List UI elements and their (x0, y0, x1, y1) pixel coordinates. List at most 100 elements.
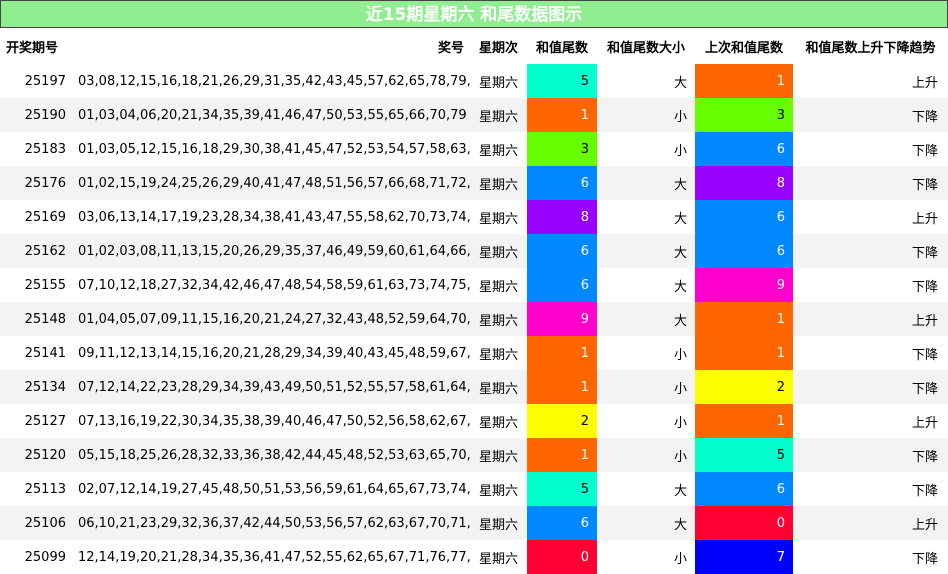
cell-prev-tail: 2 (695, 370, 793, 404)
cell-tail: 1 (527, 336, 597, 370)
cell-week: 星期六 (478, 551, 518, 567)
cell-prev-tail: 9 (695, 268, 793, 302)
cell-numbers: 01,04,05,07,09,11,15,16,20,21,24,27,32,4… (72, 302, 470, 336)
cell-period: 25190 (0, 98, 72, 132)
cell-trend: 下降 (911, 143, 938, 159)
cell-week: 星期六 (478, 75, 518, 91)
cell-trend: 下降 (911, 551, 938, 567)
cell-week: 星期六 (470, 166, 527, 200)
table-body: 25197 03,08,12,15,16,18,21,26,29,31,35,42… (0, 64, 948, 574)
table-row: 25113 02,07,12,14,19,27,45,48,50,51,53,56… (0, 472, 948, 506)
cell-numbers: 03,08,12,15,16,18,21,26,29,31,35,42,43,4… (78, 73, 470, 89)
cell-period: 25155 (24, 277, 66, 293)
page-title: 近15期星期六 和尾数据图示 (0, 0, 948, 28)
cell-numbers: 05,15,18,25,26,28,32,33,36,38,42,44,45,4… (72, 438, 470, 472)
cell-prev-tail: 6 (695, 132, 793, 166)
cell-trend: 下降 (911, 279, 938, 295)
cell-size: 小 (673, 143, 687, 159)
cell-tail: 9 (527, 302, 597, 336)
cell-size: 大 (673, 483, 687, 499)
header-size: 和值尾数大小 (606, 40, 685, 56)
cell-tail: 5 (527, 472, 597, 506)
cell-size: 大 (597, 166, 695, 200)
cell-numbers: 07,10,12,18,27,32,34,42,46,47,48,54,58,5… (78, 277, 470, 293)
table-row: 25162 01,02,03,08,11,13,15,20,26,29,35,37… (0, 234, 948, 268)
cell-week: 星期六 (478, 143, 518, 159)
table-row: 25183 01,03,05,12,15,16,18,29,30,38,41,45… (0, 132, 948, 166)
cell-prev-tail: 1 (695, 64, 793, 98)
cell-prev-tail: 7 (695, 540, 793, 574)
header-prev-tail: 上次和值尾数 (704, 40, 783, 56)
header-tail: 和值尾数 (535, 40, 588, 56)
cell-period: 25197 (24, 73, 66, 89)
cell-size: 小 (597, 370, 695, 404)
table-row: 25197 03,08,12,15,16,18,21,26,29,31,35,42… (0, 64, 948, 98)
cell-prev-tail: 1 (695, 336, 793, 370)
cell-prev-tail: 1 (695, 404, 793, 438)
table-row: 25148 01,04,05,07,09,11,15,16,20,21,24,27… (0, 302, 948, 336)
cell-size: 大 (597, 506, 695, 540)
cell-size: 小 (673, 415, 687, 431)
cell-prev-tail: 6 (695, 234, 793, 268)
cell-numbers: 01,03,04,06,20,21,34,35,39,41,46,47,50,5… (72, 98, 470, 132)
cell-tail: 6 (527, 234, 597, 268)
cell-week: 星期六 (470, 302, 527, 336)
cell-period: 25127 (24, 413, 66, 429)
table-row: 25169 03,06,13,14,17,19,23,28,34,38,41,43… (0, 200, 948, 234)
cell-period: 25141 (24, 345, 66, 361)
cell-numbers: 07,12,14,22,23,28,29,34,39,43,49,50,51,5… (72, 370, 470, 404)
cell-prev-tail: 6 (695, 472, 793, 506)
header-trend: 和值尾数上升下降趋势 (805, 40, 936, 56)
cell-prev-tail: 6 (695, 200, 793, 234)
cell-trend: 上升 (911, 75, 938, 91)
table-row: 25099 12,14,19,20,21,28,34,35,36,41,47,52… (0, 540, 948, 574)
cell-prev-tail: 3 (695, 98, 793, 132)
table-row: 25141 09,11,12,13,14,15,16,20,21,28,29,34… (0, 336, 948, 370)
cell-size: 大 (673, 211, 687, 227)
cell-numbers: 06,10,21,23,29,32,36,37,42,44,50,53,56,5… (72, 506, 470, 540)
cell-trend: 上升 (911, 415, 938, 431)
cell-period: 25162 (0, 234, 72, 268)
cell-week: 星期六 (478, 415, 518, 431)
cell-week: 星期六 (470, 98, 527, 132)
cell-prev-tail: 0 (695, 506, 793, 540)
cell-trend: 下降 (911, 347, 938, 363)
cell-trend: 下降 (793, 166, 948, 200)
table-row: 25120 05,15,18,25,26,28,32,33,36,38,42,44… (0, 438, 948, 472)
cell-numbers: 09,11,12,13,14,15,16,20,21,28,29,34,39,4… (78, 345, 470, 361)
cell-week: 星期六 (478, 483, 518, 499)
table-row: 25127 07,13,16,19,22,30,34,35,38,39,40,46… (0, 404, 948, 438)
cell-size: 小 (673, 347, 687, 363)
cell-prev-tail: 5 (695, 438, 793, 472)
cell-numbers: 07,13,16,19,22,30,34,35,38,39,40,46,47,5… (78, 413, 470, 429)
cell-trend: 下降 (793, 234, 948, 268)
cell-trend: 上升 (911, 211, 938, 227)
cell-week: 星期六 (470, 438, 527, 472)
cell-trend: 下降 (793, 438, 948, 472)
cell-numbers: 12,14,19,20,21,28,34,35,36,41,47,52,55,6… (78, 549, 470, 565)
cell-numbers: 03,06,13,14,17,19,23,28,34,38,41,43,47,5… (78, 209, 470, 225)
header-numbers: 奖号 (437, 40, 464, 56)
table-row: 25106 06,10,21,23,29,32,36,37,42,44,50,53… (0, 506, 948, 540)
cell-size: 大 (597, 302, 695, 336)
table-row: 25155 07,10,12,18,27,32,34,42,46,47,48,54… (0, 268, 948, 302)
cell-tail: 5 (527, 64, 597, 98)
cell-tail: 1 (527, 98, 597, 132)
cell-trend: 上升 (793, 506, 948, 540)
cell-period: 25106 (0, 506, 72, 540)
cell-trend: 下降 (793, 98, 948, 132)
cell-numbers: 02,07,12,14,19,27,45,48,50,51,53,56,59,6… (78, 481, 470, 497)
cell-size: 大 (597, 234, 695, 268)
cell-week: 星期六 (470, 506, 527, 540)
cell-tail: 6 (527, 506, 597, 540)
cell-size: 小 (597, 438, 695, 472)
cell-period: 25099 (24, 549, 66, 565)
cell-week: 星期六 (478, 279, 518, 295)
cell-tail: 3 (527, 132, 597, 166)
cell-numbers: 01,02,15,19,24,25,26,29,40,41,47,48,51,5… (72, 166, 470, 200)
cell-numbers: 01,03,05,12,15,16,18,29,30,38,41,45,47,5… (78, 141, 470, 157)
cell-trend: 下降 (793, 370, 948, 404)
cell-trend: 下降 (911, 483, 938, 499)
cell-prev-tail: 1 (695, 302, 793, 336)
header-period: 开奖期号 (6, 40, 59, 56)
